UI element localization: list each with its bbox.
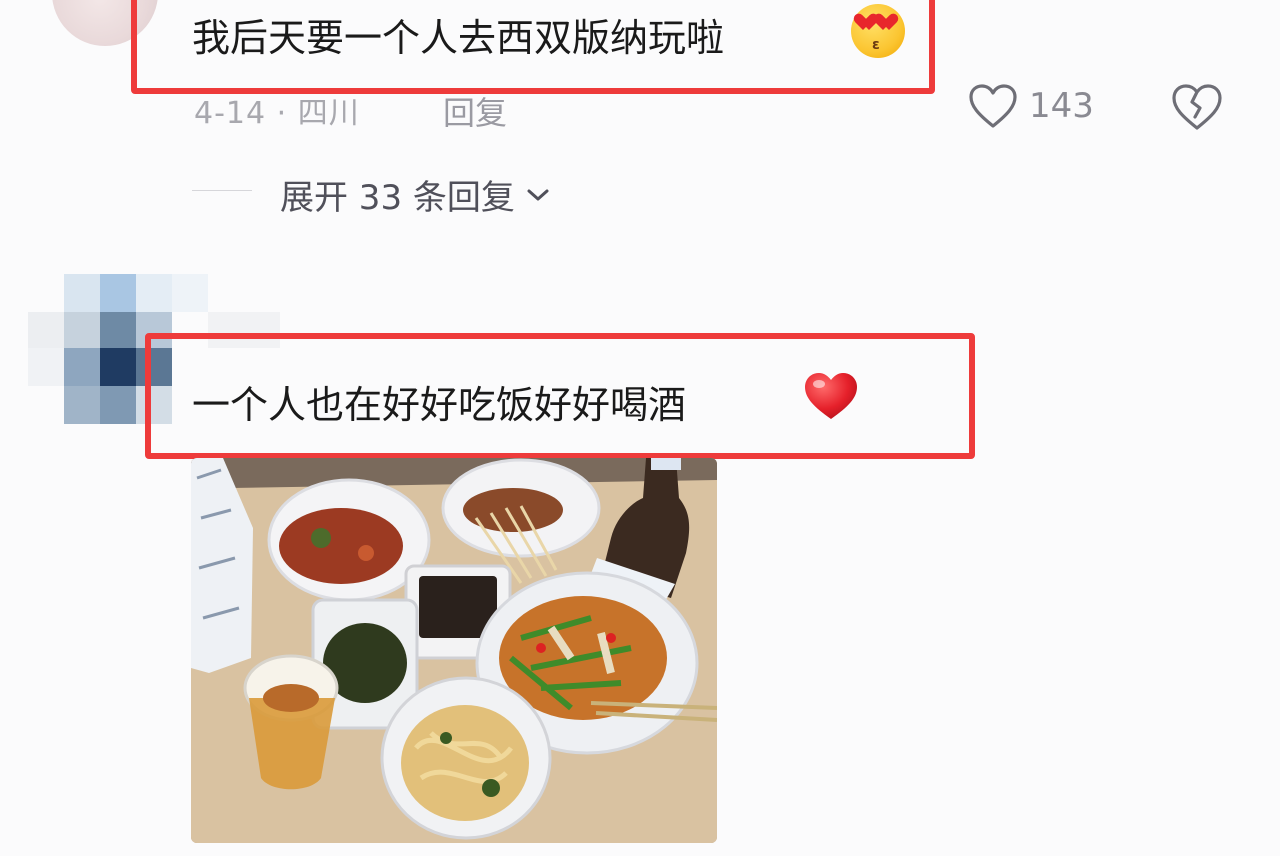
comment-date-location: 4-14 · 四川 [194, 96, 360, 131]
broken-heart-icon[interactable] [1171, 83, 1223, 131]
expand-replies-button[interactable]: 展开 33 条回复 [280, 170, 551, 219]
food-photo[interactable] [191, 458, 717, 843]
reply-button[interactable]: 回复 [443, 88, 507, 134]
heart-outline-icon[interactable] [968, 83, 1018, 129]
highlight-box [145, 333, 975, 459]
chevron-down-icon [527, 189, 549, 200]
expand-replies-label: 展开 33 条回复 [280, 178, 515, 218]
expand-divider [192, 190, 252, 191]
like-count: 143 [1029, 86, 1094, 126]
highlight-box [131, 0, 935, 94]
